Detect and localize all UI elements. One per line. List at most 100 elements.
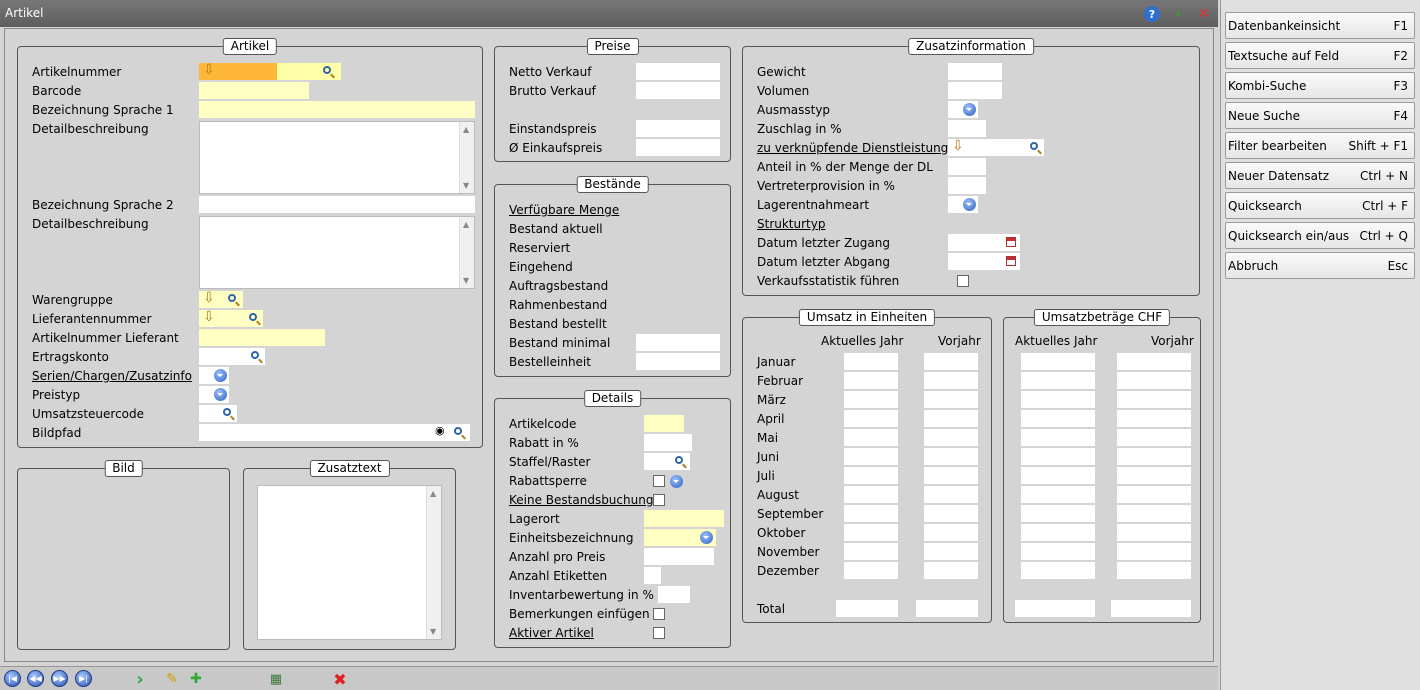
calendar-icon[interactable] [1006,256,1016,266]
edit-icon[interactable]: ✎ [163,670,181,688]
search-icon[interactable] [454,427,462,435]
verkaufsstatistik-checkbox[interactable] [957,275,969,287]
artikelnummer-field[interactable]: ⇩ [199,63,341,80]
shortcut-button[interactable]: Quicksearch ein/aus Ctrl + Q [1225,222,1415,249]
calendar-icon[interactable] [1006,237,1016,247]
month-chf-field[interactable] [1021,505,1095,522]
dropdown-icon[interactable] [963,198,976,211]
month-chf-field[interactable] [1117,505,1191,522]
month-chf-field[interactable] [1117,524,1191,541]
delete-icon[interactable]: ✖ [331,670,349,689]
month-units-field[interactable] [924,448,978,465]
zuschlag-field[interactable] [948,120,986,137]
shortcut-button[interactable]: Neue Suche F4 [1225,102,1415,129]
first-record-icon[interactable]: |◀ [4,670,21,687]
brutto-field[interactable] [636,82,720,99]
lagerentnahmeart-select[interactable] [948,196,978,213]
month-units-field[interactable] [844,562,898,579]
shortcut-button[interactable]: Quicksearch Ctrl + F [1225,192,1415,219]
month-units-field[interactable] [844,429,898,446]
link-serien-chargen[interactable]: Serien/Chargen/Zusatzinfo [32,368,192,384]
shortcut-button[interactable]: Kombi-Suche F3 [1225,72,1415,99]
total-chf-aktuell-field[interactable] [1015,600,1095,617]
help-icon[interactable]: ? [1144,6,1160,22]
month-chf-field[interactable] [1021,372,1095,389]
month-chf-field[interactable] [1117,372,1191,389]
month-units-field[interactable] [844,505,898,522]
umsatzsteuercode-field[interactable] [199,405,237,422]
close-icon[interactable]: ✕ [1196,6,1212,22]
search-icon[interactable] [251,351,259,359]
staffel-field[interactable] [644,453,690,470]
eye-icon[interactable]: ◉ [435,424,445,437]
rabattsperre-checkbox[interactable] [653,475,665,487]
month-chf-field[interactable] [1117,410,1191,427]
search-icon[interactable] [249,313,257,321]
month-chf-field[interactable] [1117,391,1191,408]
link-strukturtyp[interactable]: Strukturtyp [757,216,825,232]
link-dienstleistung[interactable]: zu verknüpfende Dienstleistung [757,140,948,156]
serien-select[interactable] [199,367,229,384]
month-chf-field[interactable] [1021,391,1095,408]
month-units-field[interactable] [924,353,978,370]
month-units-field[interactable] [844,353,898,370]
month-chf-field[interactable] [1021,562,1095,579]
bezeichnung-2-field[interactable] [199,196,475,213]
shortcut-button[interactable]: Neuer Datensatz Ctrl + N [1225,162,1415,189]
detail-2-textarea[interactable] [199,216,475,289]
shortcut-button[interactable]: Datenbankeinsicht F1 [1225,12,1415,39]
ausmasstyp-select[interactable] [948,101,978,118]
month-units-field[interactable] [924,562,978,579]
ertragskonto-field[interactable] [199,348,265,365]
inventarbewertung-field[interactable] [658,586,690,603]
month-units-field[interactable] [844,391,898,408]
month-units-field[interactable] [924,429,978,446]
einkaufspreis-field[interactable] [636,139,720,156]
keine-bestandsbuchung-checkbox[interactable] [653,494,665,506]
detail-1-textarea[interactable] [199,121,475,194]
link-keine-bestandsbuchung[interactable]: Keine Bestandsbuchung [509,492,653,508]
total-aktuell-field[interactable] [836,600,898,617]
bezeichnung-1-field[interactable] [199,101,475,118]
dropdown-icon[interactable] [700,531,713,544]
anzahl-etiketten-field[interactable] [644,567,661,584]
month-chf-field[interactable] [1021,524,1095,541]
month-chf-field[interactable] [1117,486,1191,503]
dropdown-icon[interactable] [214,388,227,401]
month-chf-field[interactable] [1021,410,1095,427]
month-units-field[interactable] [844,467,898,484]
month-units-field[interactable] [924,543,978,560]
month-units-field[interactable] [844,486,898,503]
shortcut-button[interactable]: Filter bearbeiten Shift + F1 [1225,132,1415,159]
month-chf-field[interactable] [1021,429,1095,446]
total-vorjahr-field[interactable] [916,600,978,617]
month-chf-field[interactable] [1021,467,1095,484]
month-chf-field[interactable] [1021,543,1095,560]
month-units-field[interactable] [924,486,978,503]
vertreterprovision-field[interactable] [948,177,986,194]
table-icon[interactable]: ▦ [267,670,285,688]
letzter-zugang-field[interactable] [948,234,1020,251]
zusatztext-textarea[interactable] [257,485,442,640]
month-units-field[interactable] [924,467,978,484]
last-record-icon[interactable]: ▶| [75,670,92,687]
link-aktiver-artikel[interactable]: Aktiver Artikel [509,625,594,641]
link-verfuegbare-menge[interactable]: Verfügbare Menge [509,202,619,218]
artikelcode-field[interactable] [644,415,684,432]
preistyp-select[interactable] [199,386,229,403]
next-record-icon[interactable]: ▶▶ [51,670,68,687]
search-icon[interactable] [323,66,331,74]
month-chf-field[interactable] [1117,543,1191,560]
search-icon[interactable] [675,456,683,464]
search-icon[interactable] [228,294,236,302]
search-icon[interactable] [1030,142,1038,150]
bestelleinheit-field[interactable] [636,353,720,370]
month-units-field[interactable] [844,543,898,560]
month-units-field[interactable] [924,524,978,541]
month-units-field[interactable] [924,391,978,408]
einstandspreis-field[interactable] [636,120,720,137]
rabatt-field[interactable] [644,434,692,451]
month-units-field[interactable] [924,410,978,427]
volumen-field[interactable] [948,82,1002,99]
warengruppe-field[interactable]: ⇩ [199,291,243,308]
